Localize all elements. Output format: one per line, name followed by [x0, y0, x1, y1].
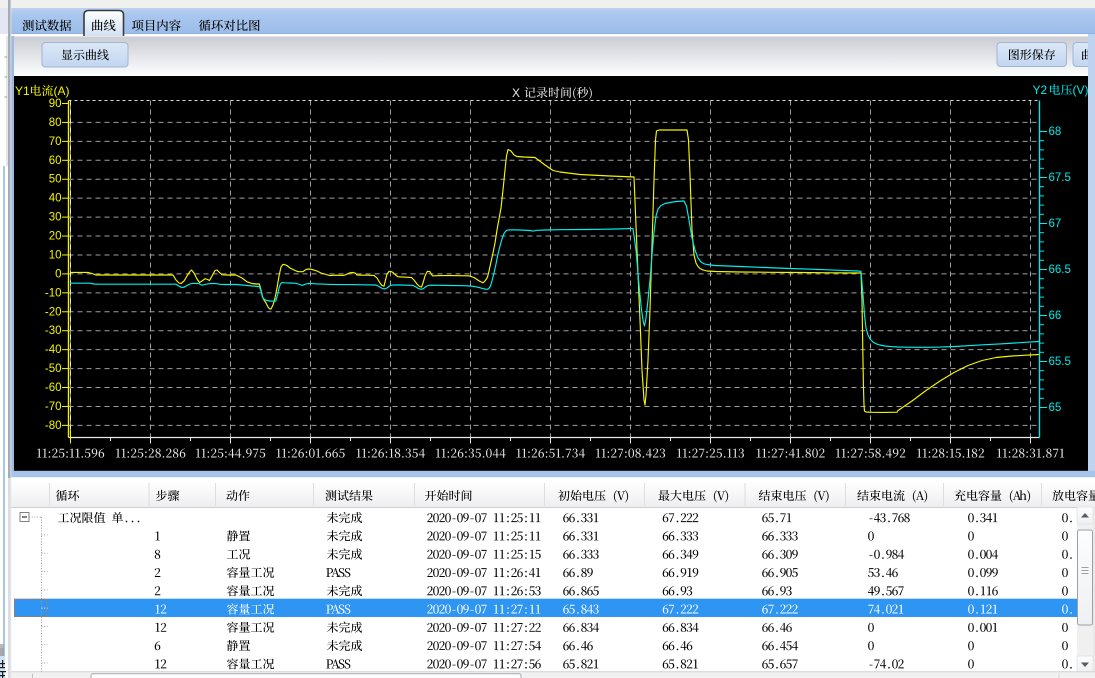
svg-text:Y1: Y1: [15, 84, 30, 98]
svg-text:90: 90: [49, 98, 62, 110]
svg-text:80: 80: [49, 117, 62, 129]
svg-text:-50: -50: [45, 363, 62, 375]
svg-text:65: 65: [1049, 402, 1062, 414]
svg-text:0: 0: [55, 268, 61, 280]
svg-text:67.5: 67.5: [1049, 172, 1071, 184]
svg-text:(V): (V): [1073, 83, 1089, 97]
svg-text:66.5: 66.5: [1049, 264, 1071, 276]
svg-text:Y2: Y2: [1033, 83, 1048, 97]
svg-text:30: 30: [49, 212, 62, 224]
svg-text:65.5: 65.5: [1049, 356, 1071, 368]
svg-text:60: 60: [49, 155, 62, 167]
svg-text:66: 66: [1049, 310, 1062, 322]
svg-text:67: 67: [1049, 218, 1062, 230]
svg-text:68: 68: [1049, 126, 1062, 138]
svg-text:50: 50: [49, 174, 62, 186]
svg-text:-10: -10: [45, 287, 62, 299]
svg-text:10: 10: [49, 249, 62, 261]
svg-text:-40: -40: [45, 344, 62, 356]
svg-text:-30: -30: [45, 325, 62, 337]
svg-text:-20: -20: [45, 306, 62, 318]
svg-text:40: 40: [49, 193, 62, 205]
svg-text:-60: -60: [45, 382, 62, 394]
svg-text:70: 70: [49, 136, 62, 148]
svg-text:-70: -70: [45, 401, 62, 413]
svg-text:(A): (A): [54, 84, 70, 98]
svg-text:-80: -80: [45, 420, 62, 432]
svg-text:X: X: [512, 86, 520, 100]
svg-text:20: 20: [49, 231, 62, 243]
